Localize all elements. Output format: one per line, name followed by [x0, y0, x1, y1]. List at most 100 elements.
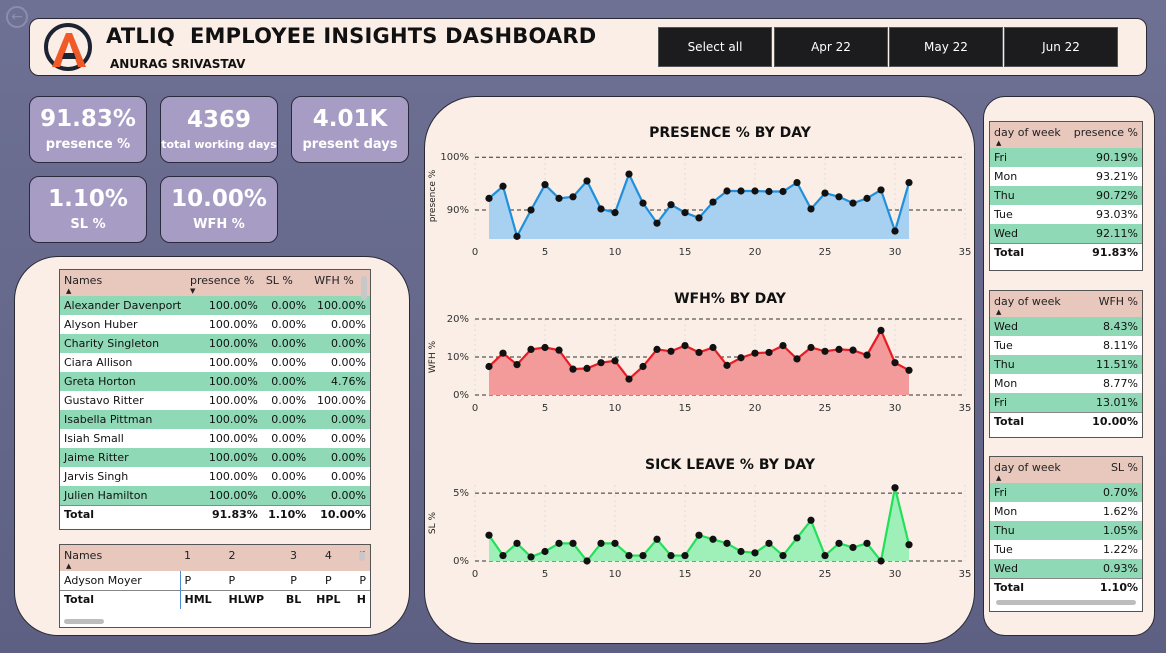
data-point[interactable]: [891, 227, 899, 235]
table-row[interactable]: Mon 93.21%: [990, 167, 1142, 186]
slicer-may-22[interactable]: May 22: [889, 27, 1003, 67]
data-point[interactable]: [905, 178, 913, 187]
data-point[interactable]: [905, 541, 913, 549]
data-point[interactable]: [667, 347, 675, 355]
data-point[interactable]: [513, 539, 521, 547]
data-point[interactable]: [513, 232, 521, 240]
table-row[interactable]: Tue 8.11%: [990, 336, 1142, 355]
data-point[interactable]: [695, 214, 703, 222]
data-point[interactable]: [835, 345, 843, 353]
data-point[interactable]: [527, 206, 535, 214]
data-point[interactable]: [737, 547, 745, 556]
data-point[interactable]: [597, 539, 605, 547]
table-row[interactable]: Isiah Small 100.00% 0.00% 0.00%: [60, 429, 370, 448]
table-row[interactable]: Mon 1.62%: [990, 502, 1142, 521]
data-point[interactable]: [541, 181, 549, 189]
dow-col-value[interactable]: SL %: [1083, 457, 1142, 483]
data-point[interactable]: [625, 375, 633, 383]
data-point[interactable]: [555, 539, 563, 547]
slicer-jun-22[interactable]: Jun 22: [1004, 27, 1118, 67]
data-point[interactable]: [625, 551, 633, 560]
data-point[interactable]: [779, 551, 787, 560]
col-header-names[interactable]: Names ▲: [60, 270, 186, 296]
data-point[interactable]: [555, 346, 563, 354]
data-point[interactable]: [877, 326, 885, 334]
data-point[interactable]: [821, 551, 829, 560]
data-point[interactable]: [849, 199, 857, 207]
data-point[interactable]: [807, 205, 815, 213]
matrix-header-day-2[interactable]: 2: [224, 545, 279, 571]
data-point[interactable]: [765, 348, 773, 357]
data-point[interactable]: [723, 187, 731, 195]
data-point[interactable]: [737, 187, 745, 195]
matrix-row[interactable]: Adyson Moyer P P P P P: [60, 571, 370, 590]
data-point[interactable]: [639, 362, 647, 371]
data-point[interactable]: [891, 359, 899, 367]
data-point[interactable]: [499, 182, 507, 190]
data-point[interactable]: [905, 366, 913, 374]
data-point[interactable]: [779, 342, 787, 350]
data-point[interactable]: [569, 365, 577, 373]
table-row[interactable]: Ciara Allison 100.00% 0.00% 0.00%: [60, 353, 370, 372]
data-point[interactable]: [485, 194, 493, 202]
data-point[interactable]: [709, 198, 717, 206]
table-row[interactable]: Fri 0.70%: [990, 483, 1142, 502]
matrix-header-names[interactable]: Names ▲: [60, 545, 180, 571]
data-point[interactable]: [527, 345, 535, 353]
data-point[interactable]: [751, 349, 759, 357]
data-point[interactable]: [821, 189, 829, 197]
data-point[interactable]: [849, 346, 857, 354]
data-point[interactable]: [667, 551, 675, 560]
data-point[interactable]: [709, 535, 717, 543]
table-row[interactable]: Isabella Pittman 100.00% 0.00% 0.00%: [60, 410, 370, 429]
data-point[interactable]: [681, 342, 689, 350]
table-row[interactable]: Thu 1.05%: [990, 521, 1142, 540]
data-point[interactable]: [849, 543, 857, 552]
data-point[interactable]: [723, 539, 731, 547]
data-point[interactable]: [891, 484, 899, 492]
matrix-header-day-4[interactable]: 4: [308, 545, 349, 571]
data-point[interactable]: [639, 551, 647, 560]
data-point[interactable]: [513, 361, 521, 369]
matrix-header-day-3[interactable]: 3: [278, 545, 309, 571]
data-point[interactable]: [653, 345, 661, 353]
dow-col-value[interactable]: presence %: [1067, 122, 1142, 148]
table-row[interactable]: Jarvis Singh 100.00% 0.00% 0.00%: [60, 467, 370, 486]
matrix-header-day-1[interactable]: 1: [180, 545, 225, 571]
data-point[interactable]: [863, 351, 871, 359]
data-point[interactable]: [541, 547, 549, 556]
data-point[interactable]: [807, 343, 815, 352]
dow-sl-hscrollbar[interactable]: [996, 600, 1136, 605]
col-header-presence[interactable]: presence % ▼: [186, 270, 262, 296]
data-point[interactable]: [611, 209, 619, 217]
col-header-sl[interactable]: SL %: [261, 270, 311, 296]
data-point[interactable]: [485, 362, 493, 371]
table-row[interactable]: Alexander Davenport 100.00% 0.00% 100.00%: [60, 296, 370, 315]
data-point[interactable]: [485, 531, 493, 539]
matrix-hscrollbar[interactable]: [64, 619, 104, 624]
data-point[interactable]: [793, 178, 801, 187]
data-point[interactable]: [695, 531, 703, 539]
data-point[interactable]: [835, 539, 843, 547]
table-row[interactable]: Tue 1.22%: [990, 540, 1142, 559]
table-row[interactable]: Greta Horton 100.00% 0.00% 4.76%: [60, 372, 370, 391]
data-point[interactable]: [835, 193, 843, 201]
data-point[interactable]: [737, 354, 745, 362]
data-point[interactable]: [611, 357, 619, 365]
data-point[interactable]: [863, 194, 871, 202]
table-row[interactable]: Jaime Ritter 100.00% 0.00% 0.00%: [60, 448, 370, 467]
data-point[interactable]: [793, 534, 801, 542]
table-row[interactable]: Wed 92.11%: [990, 224, 1142, 243]
data-point[interactable]: [723, 361, 731, 369]
table-row[interactable]: Tue 93.03%: [990, 205, 1142, 224]
table-row[interactable]: Mon 8.77%: [990, 374, 1142, 393]
dow-col-header[interactable]: day of week ▲: [990, 457, 1084, 483]
data-point[interactable]: [765, 539, 773, 547]
data-point[interactable]: [877, 186, 885, 194]
data-point[interactable]: [583, 557, 591, 565]
table-row[interactable]: Thu 90.72%: [990, 186, 1142, 205]
table-scrollbar[interactable]: [361, 276, 367, 300]
table-row[interactable]: Thu 11.51%: [990, 355, 1142, 374]
slicer-select-all[interactable]: Select all: [658, 27, 772, 67]
table-row[interactable]: Alyson Huber 100.00% 0.00% 0.00%: [60, 315, 370, 334]
